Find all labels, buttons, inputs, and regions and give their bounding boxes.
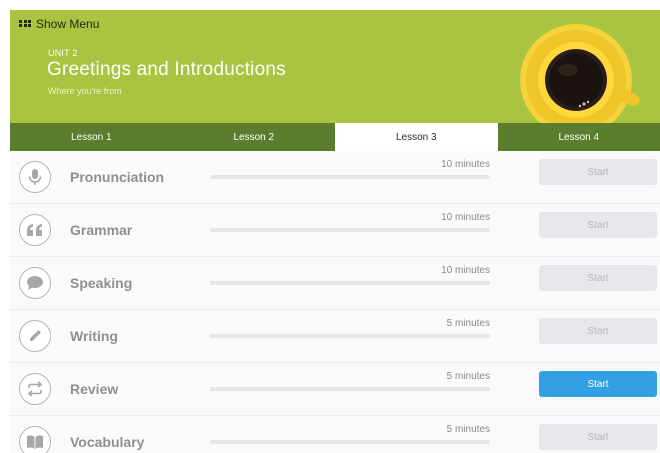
tab-lesson-2[interactable]: Lesson 2 bbox=[173, 123, 336, 151]
tab-lesson-4[interactable]: Lesson 4 bbox=[498, 123, 660, 151]
start-button[interactable]: Start bbox=[539, 371, 657, 397]
activity-title: Grammar bbox=[70, 222, 133, 238]
unit-header: Show Menu UNIT 2 Greetings and Introduct… bbox=[10, 10, 660, 123]
activity-duration: 10 minutes bbox=[441, 265, 490, 276]
activity-title: Vocabulary bbox=[70, 434, 145, 450]
activity-duration: 5 minutes bbox=[446, 371, 490, 382]
show-menu-button[interactable]: Show Menu bbox=[19, 17, 99, 31]
activity-row-grammar: Grammar 10 minutes Start bbox=[10, 204, 660, 257]
activity-duration: 5 minutes bbox=[446, 318, 490, 329]
show-menu-label: Show Menu bbox=[36, 17, 100, 31]
activity-progress-bar bbox=[210, 281, 490, 285]
start-button[interactable]: Start bbox=[539, 424, 657, 450]
activity-progress-bar bbox=[210, 175, 490, 179]
activity-row-vocabulary: Vocabulary 5 minutes Start bbox=[10, 416, 660, 453]
lesson-tabs: Lesson 1 Lesson 2 Lesson 3 Lesson 4 bbox=[10, 123, 660, 151]
activity-row-speaking: Speaking 10 minutes Start bbox=[10, 257, 660, 310]
unit-title: Greetings and Introductions bbox=[47, 59, 286, 80]
unit-subtitle: Where you're from bbox=[48, 86, 122, 96]
book-icon bbox=[19, 426, 51, 453]
activity-row-writing: Writing 5 minutes Start bbox=[10, 310, 660, 363]
start-button[interactable]: Start bbox=[539, 159, 657, 185]
activity-progress-bar bbox=[210, 334, 490, 338]
activity-progress-bar bbox=[210, 387, 490, 391]
activity-title: Writing bbox=[70, 328, 118, 344]
tab-lesson-3[interactable]: Lesson 3 bbox=[335, 123, 498, 151]
activity-progress-bar bbox=[210, 440, 490, 444]
start-button[interactable]: Start bbox=[539, 212, 657, 238]
activity-list: Pronunciation 10 minutes Start Grammar 1… bbox=[10, 151, 660, 453]
activity-duration: 10 minutes bbox=[441, 159, 490, 170]
grid-menu-icon bbox=[19, 19, 31, 29]
unit-label: UNIT 2 bbox=[48, 48, 78, 58]
microphone-icon bbox=[19, 161, 51, 193]
speech-bubble-icon bbox=[19, 267, 51, 299]
quote-icon bbox=[19, 214, 51, 246]
coffee-cup-image bbox=[520, 24, 640, 123]
start-button[interactable]: Start bbox=[539, 265, 657, 291]
repeat-icon bbox=[19, 373, 51, 405]
activity-title: Pronunciation bbox=[70, 169, 165, 185]
start-button[interactable]: Start bbox=[539, 318, 657, 344]
tab-lesson-1[interactable]: Lesson 1 bbox=[10, 123, 173, 151]
activity-row-pronunciation: Pronunciation 10 minutes Start bbox=[10, 151, 660, 204]
activity-progress-bar bbox=[210, 228, 490, 232]
activity-row-review: Review 5 minutes Start bbox=[10, 363, 660, 416]
activity-duration: 10 minutes bbox=[441, 212, 490, 223]
pencil-icon bbox=[19, 320, 51, 352]
activity-title: Speaking bbox=[70, 275, 133, 291]
activity-duration: 5 minutes bbox=[446, 424, 490, 435]
activity-title: Review bbox=[70, 381, 119, 397]
